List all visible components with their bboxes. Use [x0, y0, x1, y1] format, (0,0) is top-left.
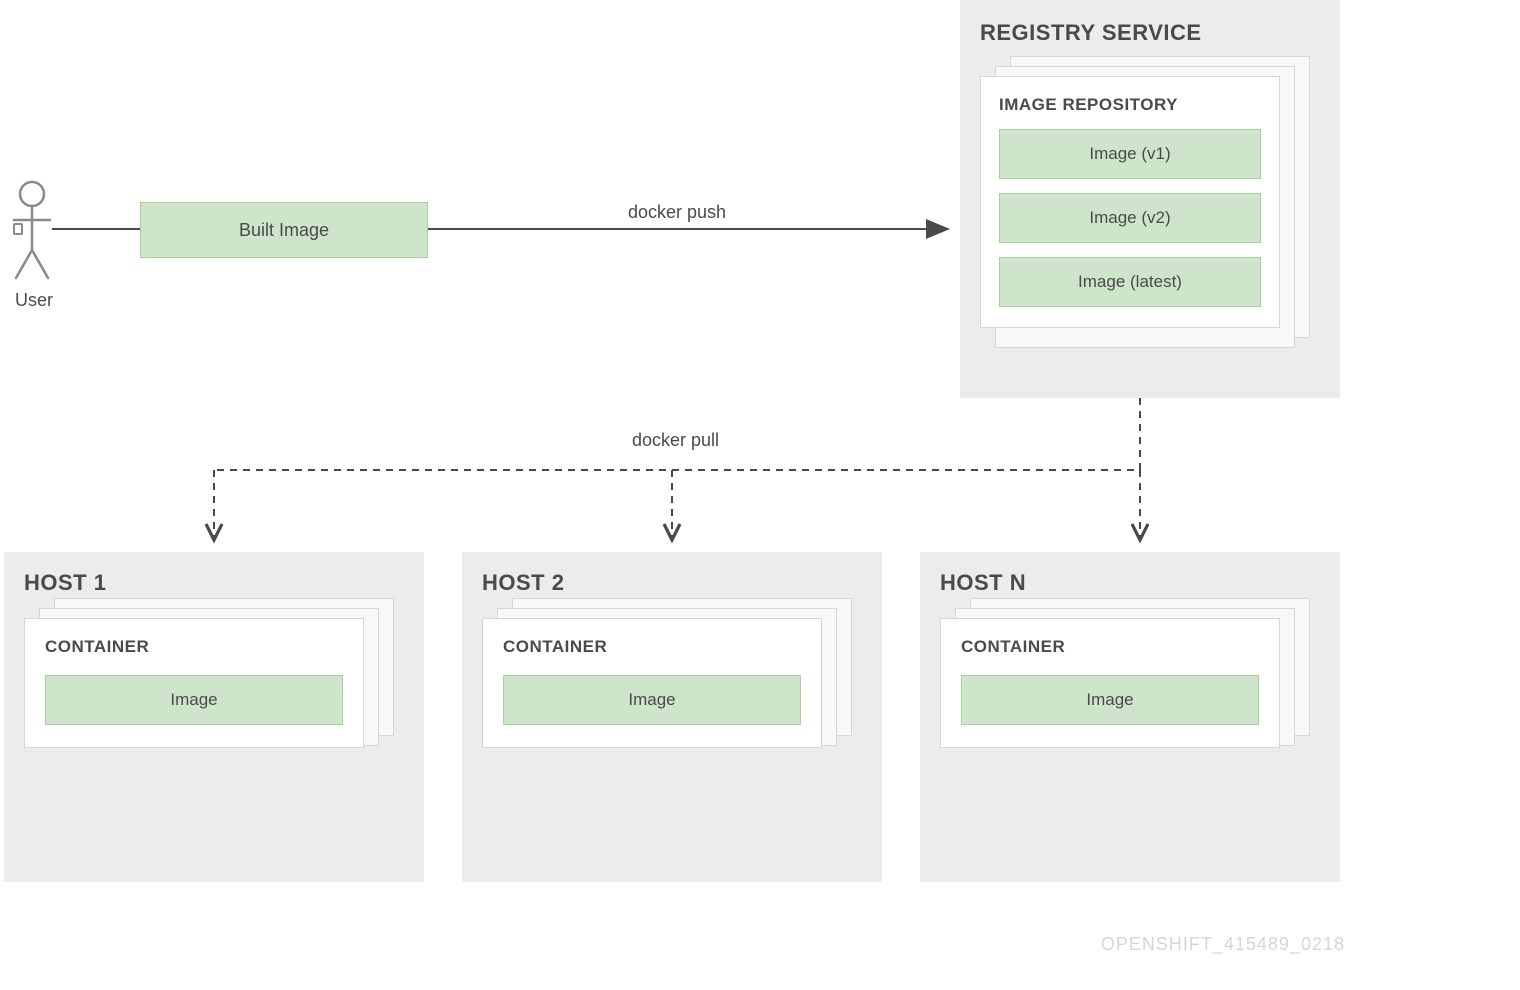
docker-pull-label: docker pull — [632, 430, 719, 451]
container-stack: CONTAINER Image — [940, 618, 1320, 748]
registry-title: REGISTRY SERVICE — [980, 20, 1320, 46]
image-entry: Image (v1) — [999, 129, 1261, 179]
image-entry: Image (v2) — [999, 193, 1261, 243]
registry-service-box: REGISTRY SERVICE IMAGE REPOSITORY Image … — [960, 0, 1340, 398]
user-label: User — [15, 290, 53, 311]
container-title: CONTAINER — [961, 637, 1259, 657]
container-stack: CONTAINER Image — [482, 618, 862, 748]
repository-stack: IMAGE REPOSITORY Image (v1) Image (v2) I… — [980, 76, 1320, 328]
host-box-1: HOST 1 CONTAINER Image — [4, 552, 424, 882]
container-stack: CONTAINER Image — [24, 618, 404, 748]
host-title: HOST N — [940, 570, 1320, 596]
host-box-2: HOST 2 CONTAINER Image — [462, 552, 882, 882]
image-entry: Image (latest) — [999, 257, 1261, 307]
user-icon — [10, 180, 54, 285]
container-card: CONTAINER Image — [482, 618, 822, 748]
hosts-row: HOST 1 CONTAINER Image HOST 2 CONTAINER … — [4, 552, 1340, 882]
host-title: HOST 2 — [482, 570, 862, 596]
built-image-label: Built Image — [239, 220, 329, 241]
image-repository-card: IMAGE REPOSITORY Image (v1) Image (v2) I… — [980, 76, 1280, 328]
repository-title: IMAGE REPOSITORY — [999, 95, 1261, 115]
host-title: HOST 1 — [24, 570, 404, 596]
container-title: CONTAINER — [45, 637, 343, 657]
watermark: OPENSHIFT_415489_0218 — [1101, 934, 1345, 955]
container-image: Image — [45, 675, 343, 725]
container-title: CONTAINER — [503, 637, 801, 657]
container-image: Image — [503, 675, 801, 725]
container-image: Image — [961, 675, 1259, 725]
built-image-box: Built Image — [140, 202, 428, 258]
container-card: CONTAINER Image — [24, 618, 364, 748]
docker-push-label: docker push — [628, 202, 726, 223]
host-box-n: HOST N CONTAINER Image — [920, 552, 1340, 882]
container-card: CONTAINER Image — [940, 618, 1280, 748]
